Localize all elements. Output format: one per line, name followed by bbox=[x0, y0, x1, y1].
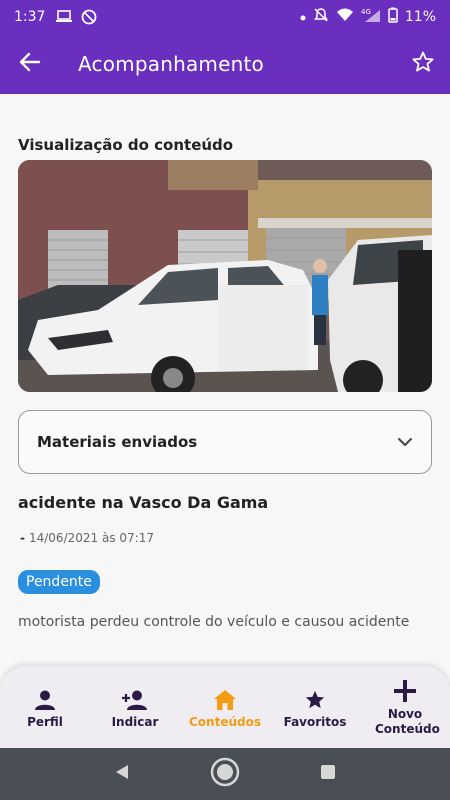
content-area: Visualização do conteúdo Materiais envia… bbox=[0, 94, 450, 666]
section-label: Visualização do conteúdo bbox=[18, 136, 234, 154]
signal-4g-icon: 4G bbox=[361, 7, 381, 27]
bottom-navigation: Perfil Indicar Conteúdos Favoritos Novo … bbox=[0, 666, 450, 748]
nav-item-conteudos[interactable]: Conteúdos bbox=[180, 666, 270, 748]
app-bar: Acompanhamento bbox=[0, 34, 450, 94]
back-triangle-icon bbox=[113, 763, 131, 785]
nav-label-conteudos: Conteúdos bbox=[189, 714, 261, 729]
battery-percent: 11% bbox=[404, 9, 436, 25]
back-button[interactable] bbox=[0, 34, 60, 94]
star-icon bbox=[304, 685, 326, 711]
nav-item-favoritos[interactable]: Favoritos bbox=[270, 666, 360, 748]
status-badge: Pendente bbox=[18, 570, 100, 594]
status-time: 1:37 bbox=[14, 9, 46, 25]
content-date: 14/06/2021 às 07:17 bbox=[28, 531, 154, 545]
home-icon bbox=[213, 685, 237, 711]
content-photo[interactable] bbox=[18, 160, 432, 392]
system-back-button[interactable] bbox=[102, 754, 142, 794]
system-recents-button[interactable] bbox=[308, 754, 348, 794]
status-bar: 1:37 4G 11% bbox=[0, 0, 450, 34]
nav-item-perfil[interactable]: Perfil bbox=[0, 666, 90, 748]
content-date-row: -14/06/2021 às 07:17 bbox=[20, 531, 154, 545]
content-description: motorista perdeu controle do veículo e c… bbox=[18, 614, 410, 630]
chevron-down-icon bbox=[397, 437, 413, 447]
battery-icon bbox=[388, 7, 398, 27]
favorite-button[interactable] bbox=[396, 34, 450, 94]
wifi-icon bbox=[336, 8, 354, 26]
date-dash: - bbox=[20, 531, 25, 545]
nav-label-perfil: Perfil bbox=[27, 714, 63, 729]
dot-icon bbox=[300, 9, 306, 25]
system-navigation-bar bbox=[0, 748, 450, 800]
person-add-icon bbox=[121, 685, 149, 711]
arrow-left-icon bbox=[19, 52, 41, 76]
nav-item-novo-conteudo[interactable]: Novo Conteúdo bbox=[360, 666, 450, 748]
recents-square-icon bbox=[319, 763, 337, 785]
mute-icon bbox=[313, 7, 329, 27]
system-home-button[interactable] bbox=[205, 754, 245, 794]
plus-icon bbox=[393, 677, 417, 703]
nav-label-novo-conteudo: Novo Conteúdo bbox=[375, 707, 440, 736]
person-icon bbox=[34, 685, 56, 711]
nav-item-indicar[interactable]: Indicar bbox=[90, 666, 180, 748]
nav-label-indicar: Indicar bbox=[111, 714, 159, 729]
nav-label-favoritos: Favoritos bbox=[283, 714, 347, 729]
star-outline-icon bbox=[411, 50, 435, 78]
materials-dropdown[interactable]: Materiais enviados bbox=[18, 410, 432, 474]
laptop-icon bbox=[55, 10, 73, 24]
at-icon bbox=[81, 9, 97, 25]
page-title: Acompanhamento bbox=[78, 52, 264, 76]
svg-text:4G: 4G bbox=[361, 8, 371, 16]
content-title: acidente na Vasco Da Gama bbox=[18, 493, 269, 512]
home-circle-icon bbox=[209, 756, 241, 792]
materials-label: Materiais enviados bbox=[37, 433, 198, 451]
